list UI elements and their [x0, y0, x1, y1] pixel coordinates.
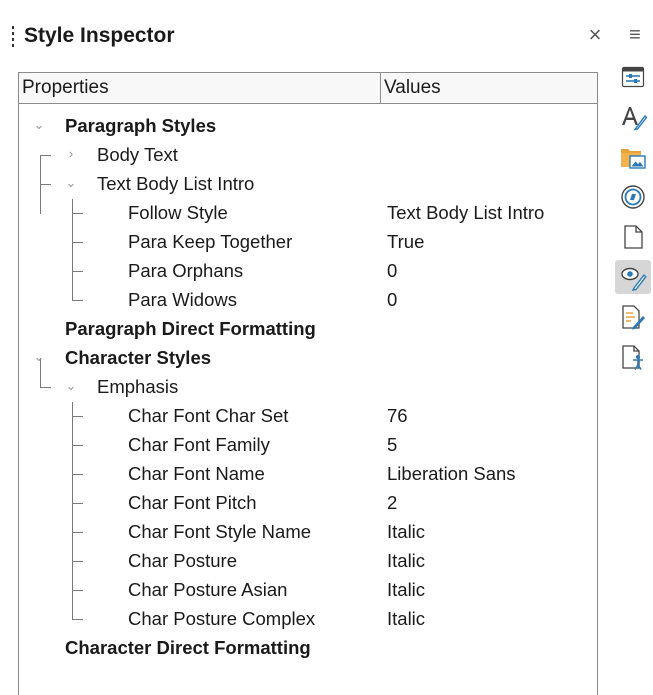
tree-row-property[interactable]: Char Font Pitch 2 [19, 488, 597, 517]
tree-node-label: Body Text [97, 144, 178, 165]
tab-manage-changes[interactable] [615, 300, 651, 334]
tree-row-property[interactable]: Char Font Style Name Italic [19, 517, 597, 546]
property-value: Liberation Sans [387, 463, 516, 484]
property-value: 76 [387, 405, 408, 426]
property-value: Italic [387, 521, 426, 542]
tree-row-paragraph-direct-formatting[interactable]: Paragraph Direct Formatting [19, 314, 597, 343]
property-name: Char Posture Complex [128, 608, 316, 629]
tab-styles[interactable] [615, 100, 651, 134]
tree-node-label: Text Body List Intro [97, 173, 255, 194]
drag-grip-icon[interactable] [12, 26, 15, 48]
property-name: Para Widows [128, 289, 237, 310]
navigator-icon [621, 185, 645, 209]
style-tree-panel: Properties Values ⌄ Paragraph Styles › B… [18, 72, 598, 695]
tab-properties[interactable] [615, 60, 651, 94]
chevron-down-icon[interactable]: ⌄ [64, 379, 78, 393]
property-name: Char Font Style Name [128, 521, 312, 542]
tree-node-label: Paragraph Direct Formatting [65, 318, 316, 339]
sidebar-menu-button[interactable]: ≡ [623, 22, 647, 48]
tree-row-property[interactable]: Follow Style Text Body List Intro [19, 198, 597, 227]
property-name: Char Posture Asian [128, 579, 288, 600]
property-name: Char Font Pitch [128, 492, 257, 513]
tree-row-text-body-list-intro[interactable]: ⌄ Text Body List Intro [19, 169, 597, 198]
tree-row-paragraph-styles[interactable]: ⌄ Paragraph Styles [19, 111, 597, 140]
property-name: Para Keep Together [128, 231, 293, 252]
property-name: Char Posture [128, 550, 237, 571]
tree-row-property[interactable]: Para Widows 0 [19, 285, 597, 314]
property-name: Char Font Family [128, 434, 270, 455]
tree-row-property[interactable]: Char Font Char Set 76 [19, 401, 597, 430]
chevron-down-icon[interactable]: ⌄ [64, 176, 78, 190]
tab-page[interactable] [615, 220, 651, 254]
close-deck-button[interactable]: × [583, 22, 607, 48]
tab-style-inspector[interactable] [615, 260, 651, 294]
property-value: 0 [387, 289, 398, 310]
tree-row-body-text[interactable]: › Body Text [19, 140, 597, 169]
values-column-header[interactable]: Values [381, 73, 597, 103]
property-value: Italic [387, 579, 426, 600]
style-inspector-deck: Style Inspector × ≡ Properties Values ⌄ … [0, 0, 653, 695]
styles-icon [622, 107, 647, 131]
chevron-right-icon[interactable]: › [64, 147, 78, 161]
tree-row-property[interactable]: Char Font Family 5 [19, 430, 597, 459]
tree-row-property[interactable]: Para Keep Together True [19, 227, 597, 256]
tree-row-character-direct-formatting[interactable]: Character Direct Formatting [19, 633, 597, 662]
tree-row-property[interactable]: Char Posture Italic [19, 546, 597, 575]
property-name: Char Font Char Set [128, 405, 289, 426]
property-value: Text Body List Intro [387, 202, 545, 223]
tab-gallery[interactable] [615, 140, 651, 174]
tree-row-property[interactable]: Char Posture Complex Italic [19, 604, 597, 633]
tree-row-property[interactable]: Para Orphans 0 [19, 256, 597, 285]
sidebar-tab-bar [612, 56, 653, 456]
property-value: 2 [387, 492, 398, 513]
property-name: Follow Style [128, 202, 228, 223]
tree-node-label: Paragraph Styles [65, 115, 217, 136]
tab-accessibility-check[interactable] [615, 340, 651, 374]
property-value: Italic [387, 608, 426, 629]
tree-column-header: Properties Values [19, 73, 597, 104]
tree-row-property[interactable]: Char Posture Asian Italic [19, 575, 597, 604]
tab-navigator[interactable] [615, 180, 651, 214]
properties-icon [621, 66, 645, 88]
page-icon [624, 225, 643, 249]
chevron-down-icon[interactable]: ⌄ [32, 350, 46, 364]
property-value: True [387, 231, 425, 252]
tree-row-character-styles[interactable]: ⌄ Character Styles [19, 343, 597, 372]
tree-row-property[interactable]: Char Font Name Liberation Sans [19, 459, 597, 488]
property-value: Italic [387, 550, 426, 571]
chevron-down-icon[interactable]: ⌄ [32, 118, 46, 132]
tree-node-label: Character Direct Formatting [65, 637, 311, 658]
property-name: Char Font Name [128, 463, 265, 484]
manage-changes-icon [622, 305, 645, 330]
style-inspector-icon [621, 267, 647, 291]
tree-node-label: Emphasis [97, 376, 179, 397]
property-value: 5 [387, 434, 398, 455]
property-name: Para Orphans [128, 260, 244, 281]
accessibility-check-icon [622, 345, 643, 370]
deck-title: Style Inspector [24, 24, 175, 47]
tree-row-emphasis[interactable]: ⌄ Emphasis [19, 372, 597, 401]
deck-title-bar: Style Inspector × ≡ [0, 0, 641, 76]
property-value: 0 [387, 260, 398, 281]
gallery-icon [621, 149, 646, 169]
properties-column-header[interactable]: Properties [19, 73, 381, 103]
tree-node-label: Character Styles [65, 347, 212, 368]
